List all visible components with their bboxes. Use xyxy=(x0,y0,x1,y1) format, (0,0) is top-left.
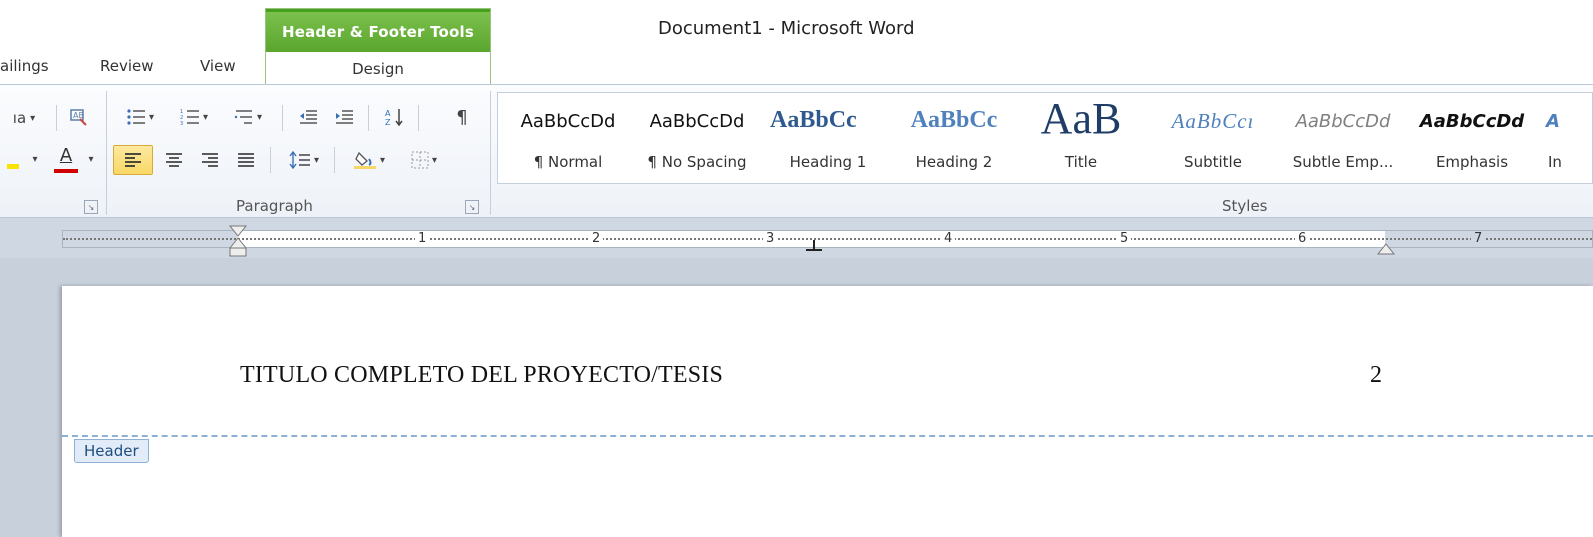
svg-text:3: 3 xyxy=(180,121,183,126)
style-sample: AaBbCc xyxy=(910,107,998,133)
line-spacing-icon[interactable]: ▾ xyxy=(282,147,326,173)
header-footer-tools-tab[interactable]: Header & Footer Tools Design xyxy=(265,8,491,84)
separator xyxy=(334,147,335,173)
align-left-button[interactable] xyxy=(113,145,153,175)
paragraph-dialog-launcher-icon[interactable]: ↘ xyxy=(465,200,479,214)
font-color-letter: A xyxy=(59,145,73,166)
style-sample: AaBbCcDd xyxy=(1419,111,1525,132)
title-bar: ailings Review View Header & Footer Tool… xyxy=(0,0,1593,84)
font-color-swatch xyxy=(54,169,78,173)
bullets-icon[interactable]: ▾ xyxy=(118,105,162,129)
svg-text:Z: Z xyxy=(385,118,391,127)
style-sample: A xyxy=(1546,111,1560,132)
style-subtle-emphasis[interactable]: AaBbCcDd Subtle Emp... xyxy=(1278,93,1408,183)
sort-icon[interactable]: AZ xyxy=(380,105,408,129)
style-heading-1[interactable]: AaBbCc Heading 1 xyxy=(764,93,892,183)
tab-review[interactable]: Review xyxy=(100,57,154,75)
separator xyxy=(282,105,283,131)
show-formatting-marks-icon[interactable]: ¶ xyxy=(448,105,476,129)
style-name: In xyxy=(1548,153,1562,171)
ruler-number: 1 xyxy=(415,231,430,246)
highlight-dropdown-icon[interactable]: ▾ xyxy=(28,147,42,171)
indent-marker-icon[interactable] xyxy=(228,224,248,262)
ruler-number: 2 xyxy=(589,231,604,246)
page-number[interactable]: 2 xyxy=(1370,362,1382,389)
style-sample: AaBbCcı xyxy=(1171,109,1255,133)
ruler-number: 7 xyxy=(1471,231,1486,246)
font-dialog-launcher-icon[interactable]: ↘ xyxy=(84,200,98,214)
group-separator xyxy=(106,91,107,215)
increase-indent-icon[interactable] xyxy=(330,105,358,129)
multilevel-list-icon[interactable]: ▾ xyxy=(226,105,270,129)
align-right-icon[interactable] xyxy=(196,147,224,173)
tab-stop-icon[interactable] xyxy=(804,238,824,257)
style-name: Title xyxy=(1064,153,1098,171)
change-case-label: ıa xyxy=(12,109,27,127)
right-indent-marker-icon[interactable] xyxy=(1376,236,1396,260)
decrease-indent-icon[interactable] xyxy=(294,105,322,129)
separator xyxy=(56,105,57,131)
style-sample: AaBbCc xyxy=(770,107,857,133)
align-center-icon[interactable] xyxy=(160,147,188,173)
font-color-button[interactable]: A xyxy=(50,145,82,173)
document-area: TITULO COMPLETO DEL PROYECTO/TESIS 2 Hea… xyxy=(0,258,1593,537)
header-title-text[interactable]: TITULO COMPLETO DEL PROYECTO/TESIS xyxy=(240,362,723,389)
ruler-number: 4 xyxy=(941,231,956,246)
ruler-number: 6 xyxy=(1295,231,1310,246)
dropdown-arrow-icon: ▾ xyxy=(30,112,36,124)
style-heading-2[interactable]: AaBbCc Heading 2 xyxy=(892,93,1016,183)
style-subtitle[interactable]: AaBbCcı Subtitle xyxy=(1148,93,1278,183)
svg-text:AB: AB xyxy=(73,111,84,120)
document-page[interactable]: TITULO COMPLETO DEL PROYECTO/TESIS 2 Hea… xyxy=(62,286,1593,537)
style-title[interactable]: AaB Title xyxy=(1016,93,1146,183)
ruler-area: 1 2 3 4 5 6 7 xyxy=(0,218,1593,258)
font-color-dropdown-icon[interactable]: ▾ xyxy=(84,147,98,171)
separator xyxy=(368,105,369,131)
paragraph-group-label: Paragraph xyxy=(236,197,313,215)
tab-design[interactable]: Design xyxy=(266,52,490,86)
justify-icon[interactable] xyxy=(232,147,260,173)
style-name: Subtle Emp... xyxy=(1292,153,1394,171)
ruler-ticks xyxy=(63,238,1592,242)
numbering-icon[interactable]: 123 ▾ xyxy=(172,105,216,129)
separator xyxy=(270,147,271,173)
contextual-group-label: Header & Footer Tools xyxy=(266,9,490,52)
change-case-button[interactable]: ıa ▾ xyxy=(4,107,44,129)
style-name: Heading 2 xyxy=(915,153,993,171)
ruler-number: 3 xyxy=(763,231,778,246)
group-separator xyxy=(490,91,491,215)
clear-formatting-icon[interactable]: AB xyxy=(64,105,94,129)
window-title: Document1 - Microsoft Word xyxy=(658,18,915,39)
style-sample: AaBbCcDd xyxy=(1295,111,1391,132)
shading-icon[interactable]: ▾ xyxy=(344,147,394,173)
style-sample: AaB xyxy=(1040,94,1122,143)
tab-view[interactable]: View xyxy=(200,57,236,75)
borders-icon[interactable]: ▾ xyxy=(402,147,446,173)
style-sample: AaBbCcDd xyxy=(520,111,616,132)
style-intense-emphasis[interactable]: A In xyxy=(1538,93,1592,183)
highlight-icon[interactable] xyxy=(0,147,26,171)
style-sample: AaBbCcDd xyxy=(649,111,745,132)
style-emphasis[interactable]: AaBbCcDd Emphasis xyxy=(1408,93,1536,183)
header-boundary-line xyxy=(62,435,1593,437)
svg-text:A: A xyxy=(385,109,391,118)
ruler-number: 5 xyxy=(1117,231,1132,246)
style-name: Heading 1 xyxy=(789,153,867,171)
styles-group-label: Styles xyxy=(1222,197,1268,215)
horizontal-ruler[interactable]: 1 2 3 4 5 6 7 xyxy=(62,230,1593,248)
separator xyxy=(418,105,419,131)
style-no-spacing[interactable]: AaBbCcDd ¶ No Spacing xyxy=(632,93,762,183)
style-name: Emphasis xyxy=(1435,153,1509,171)
tab-mailings[interactable]: ailings xyxy=(0,57,49,75)
styles-gallery: AaBbCcDd ¶ Normal AaBbCcDd ¶ No Spacing … xyxy=(497,92,1593,184)
ribbon: ıa ▾ AB ▾ A ▾ ↘ ▾ 123 ▾ ▾ AZ ¶ ▾ ▾ ▾ Par… xyxy=(0,84,1593,218)
style-normal[interactable]: AaBbCcDd ¶ Normal xyxy=(504,93,632,183)
style-name: Subtitle xyxy=(1184,153,1242,171)
style-name: ¶ No Spacing xyxy=(647,153,747,171)
header-tag: Header xyxy=(74,439,149,463)
style-name: ¶ Normal xyxy=(533,153,603,171)
